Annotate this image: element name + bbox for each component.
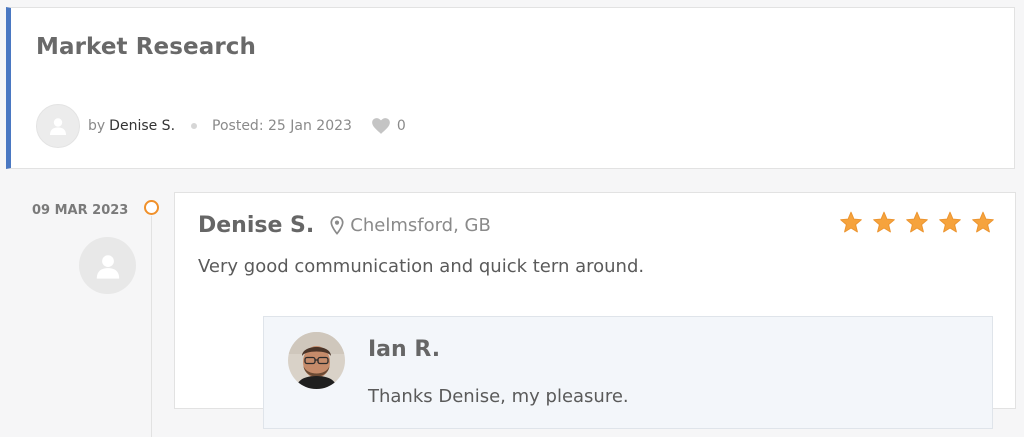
star-rating: [830, 211, 995, 234]
project-card: Market Research by Denise S. Posted: 25 …: [6, 7, 1015, 169]
reviewer-row: Denise S. Chelmsford, GB: [198, 213, 491, 238]
star-icon: [839, 211, 863, 234]
project-title[interactable]: Market Research: [36, 34, 256, 60]
star-icon: [938, 211, 962, 234]
like-button[interactable]: 0: [372, 118, 406, 134]
location-pin-icon: [330, 216, 344, 235]
user-placeholder-icon: [50, 118, 66, 135]
reviewer-name[interactable]: Denise S.: [198, 213, 314, 238]
review-date: 09 MAR 2023: [32, 203, 129, 218]
replier-name[interactable]: Ian R.: [368, 337, 440, 362]
by-label: by: [88, 118, 106, 134]
author-avatar[interactable]: [36, 104, 80, 148]
timeline-marker: [144, 200, 159, 215]
like-count: 0: [396, 118, 406, 134]
separator-dot: [191, 123, 198, 129]
review-text: Very good communication and quick tern a…: [198, 256, 645, 277]
reviewer-location: Chelmsford, GB: [350, 215, 491, 236]
posted-date: Posted: 25 Jan 2023: [212, 118, 352, 134]
star-icon: [872, 211, 896, 234]
user-placeholder-icon: [96, 254, 119, 279]
author-name-link[interactable]: Denise S.: [109, 118, 175, 134]
reply-box: Ian R. Thanks Denise, my pleasure.: [263, 316, 993, 429]
star-icon: [971, 211, 995, 234]
star-icon: [905, 211, 929, 234]
reply-text: Thanks Denise, my pleasure.: [368, 386, 629, 407]
project-meta: by Denise S. Posted: 25 Jan 2023 0: [36, 104, 406, 148]
heart-icon: [372, 118, 390, 134]
reviewer-avatar[interactable]: [79, 237, 136, 294]
replier-avatar[interactable]: [288, 332, 345, 389]
timeline-line: [151, 216, 152, 437]
